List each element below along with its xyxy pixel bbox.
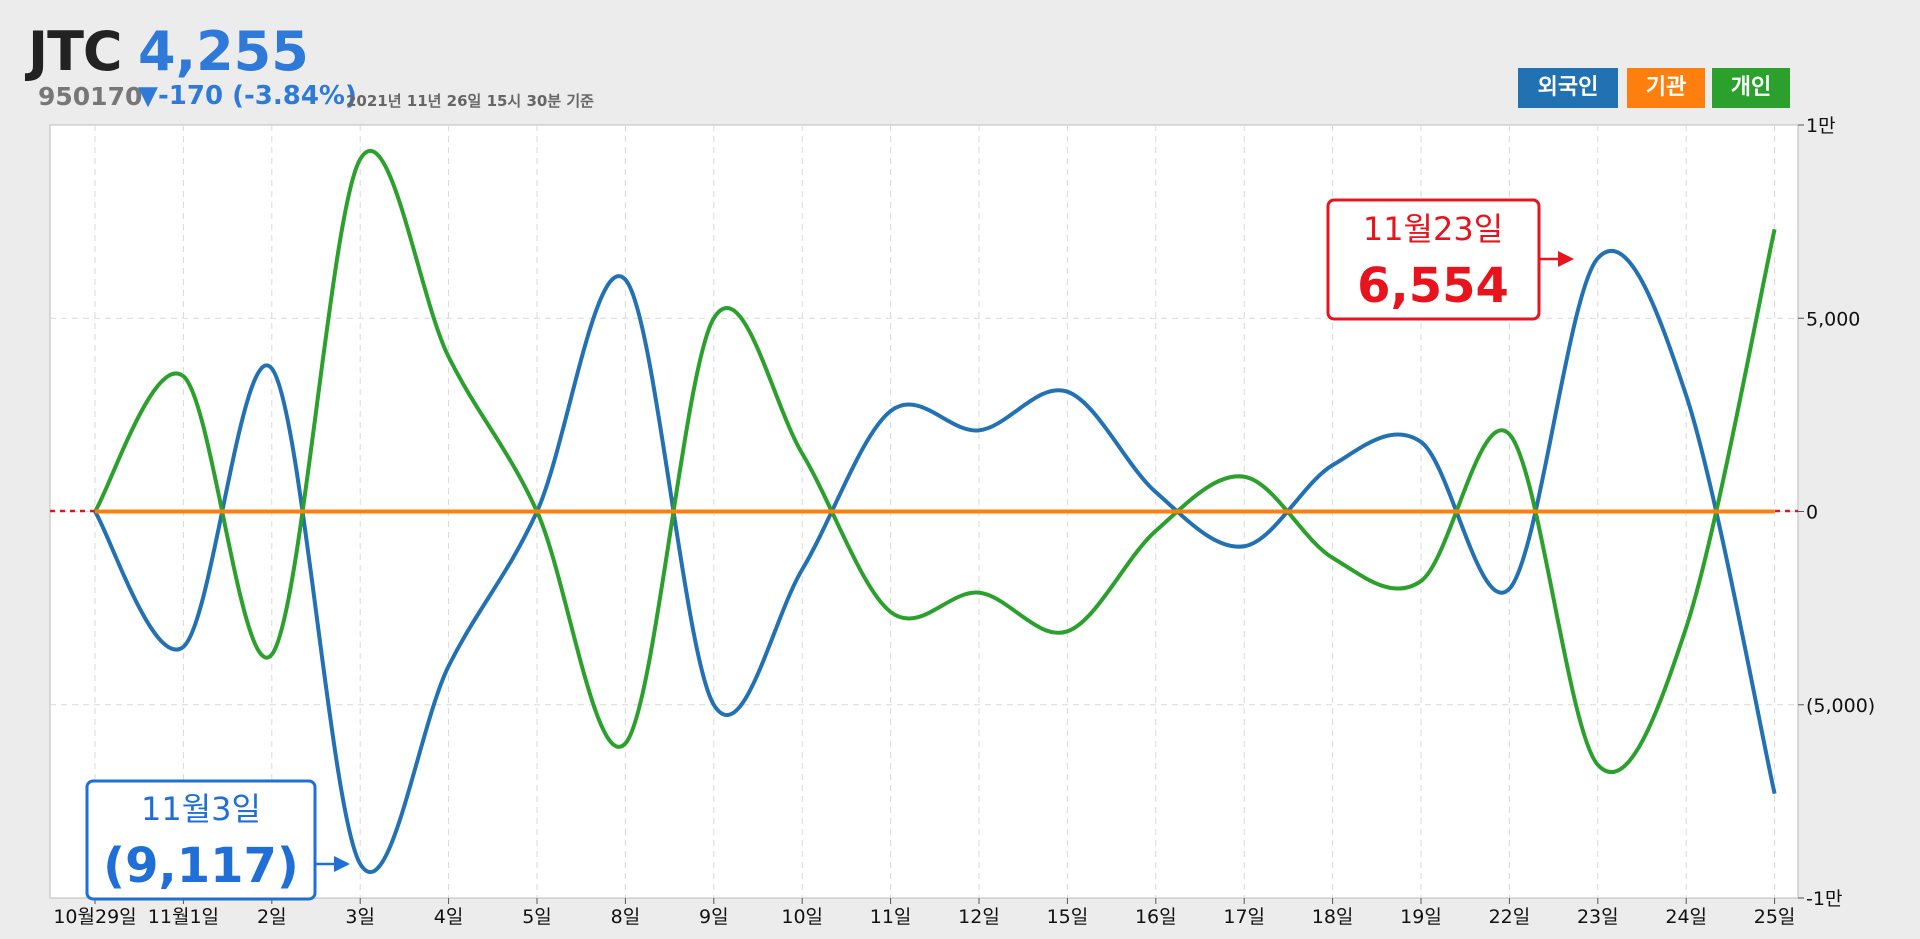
x-tick-label: 2일 — [257, 906, 287, 928]
x-tick-label: 8일 — [611, 906, 641, 928]
y-tick-label: 5,000 — [1806, 308, 1860, 330]
x-tick-label: 24일 — [1665, 906, 1707, 928]
min-callout-value: (9,117) — [103, 838, 299, 894]
x-tick-label: 9일 — [699, 906, 729, 928]
x-tick-label: 15일 — [1047, 906, 1089, 928]
x-tick-label: 5일 — [522, 906, 552, 928]
min-callout: 11월3일 (9,117) — [85, 779, 350, 901]
x-tick-label: 10일 — [781, 906, 823, 928]
max-callout-value: 6,554 — [1357, 258, 1509, 314]
min-callout-date: 11월3일 — [141, 790, 261, 828]
y-axis-ticks: 1만 5,000 0 (5,000) -1만 — [1798, 115, 1875, 910]
x-tick-label: 4일 — [434, 906, 464, 928]
x-tick-label: 11월1일 — [148, 906, 219, 928]
x-tick-label: 3일 — [345, 906, 375, 928]
x-tick-label: 19일 — [1400, 906, 1442, 928]
y-tick-label: -1만 — [1806, 888, 1842, 910]
x-tick-label: 16일 — [1135, 906, 1177, 928]
x-tick-label: 23일 — [1577, 906, 1619, 928]
max-callout: 11월23일 6,554 — [1326, 198, 1574, 321]
y-tick-label: 1만 — [1806, 115, 1836, 137]
y-tick-label: 0 — [1806, 502, 1818, 524]
y-tick-label: (5,000) — [1806, 695, 1875, 717]
x-tick-label: 11일 — [870, 906, 912, 928]
x-tick-label: 25일 — [1754, 906, 1796, 928]
x-tick-label: 12일 — [958, 906, 1000, 928]
max-callout-date: 11월23일 — [1363, 210, 1503, 248]
x-tick-label: 10월29일 — [53, 906, 136, 928]
x-axis-ticks: 10월29일 11월1일 2일 3일 4일 5일 8일 9일 10일 11일 12일 15일 16일 17… — [53, 898, 1795, 928]
x-tick-label: 18일 — [1312, 906, 1354, 928]
investor-flow-chart: 10월29일 11월1일 2일 3일 4일 5일 8일 9일 10일 11일 12일 15일 16일 17… — [49, 115, 1875, 928]
x-tick-label: 22일 — [1489, 906, 1531, 928]
x-tick-label: 17일 — [1223, 906, 1265, 928]
